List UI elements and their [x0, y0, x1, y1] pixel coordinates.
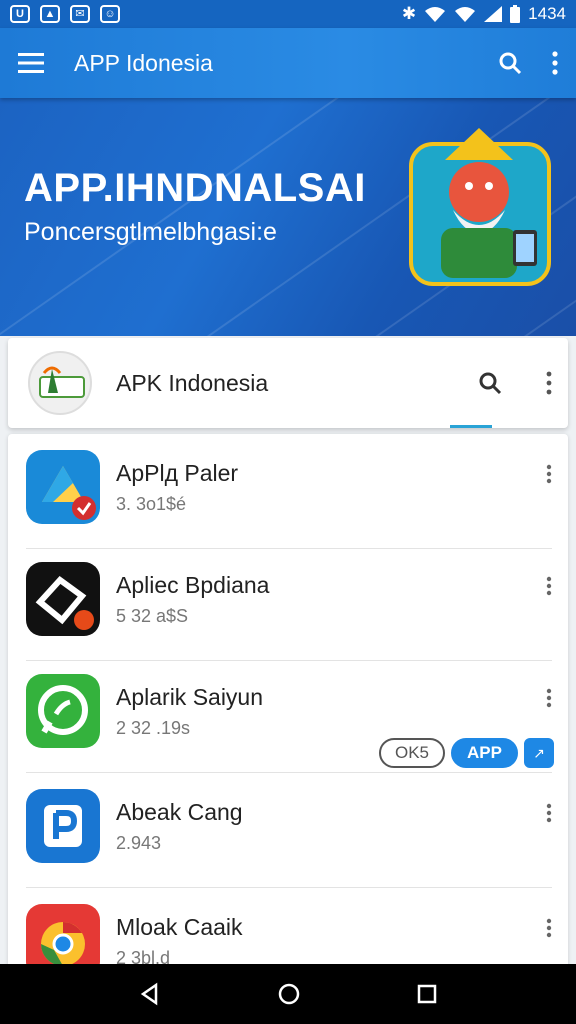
drive-icon	[26, 450, 100, 524]
signal-icon	[484, 6, 503, 22]
app-name: ApPlд Paler	[116, 460, 239, 486]
more-vert-icon[interactable]	[546, 371, 552, 395]
app-meta: 5 32 a$S	[116, 606, 189, 626]
more-vert-icon[interactable]	[546, 918, 552, 938]
open-external-icon[interactable]: ↗	[524, 738, 554, 768]
list-item[interactable]: Apliec Bpdiana 5 32 a$S	[8, 546, 568, 661]
app-chip[interactable]: APP	[451, 738, 518, 768]
message-icon: ✉	[70, 5, 90, 23]
brand-name: APK Indonesia	[116, 369, 269, 396]
ok-chip[interactable]: OK5	[379, 738, 446, 768]
wifi-icon	[425, 7, 446, 22]
battery-icon	[510, 5, 521, 23]
more-vert-icon[interactable]	[546, 464, 552, 484]
notification-icon: U	[10, 5, 30, 23]
brand-card: APK Indonesia	[8, 338, 568, 428]
more-vert-icon[interactable]	[546, 688, 552, 708]
app-name: Apliec Bpdiana	[116, 572, 270, 598]
phone-chat-icon	[26, 674, 100, 748]
search-icon[interactable]	[498, 51, 522, 75]
app-meta: 3. 3o1$é	[116, 494, 187, 514]
list-item[interactable]: Aplarik Saiyun 2 32 .19s OK5 APP ↗	[8, 658, 568, 773]
recents-icon[interactable]	[416, 983, 438, 1005]
status-bar: U ▲ ✉ ☺ ✱ 1434	[0, 0, 576, 28]
list-item[interactable]: ApPlд Paler 3. 3o1$é	[8, 434, 568, 549]
active-tab-indicator	[450, 425, 492, 428]
navigation-bar	[0, 964, 576, 1024]
search-icon[interactable]	[478, 371, 502, 395]
clock: 1434	[528, 4, 566, 23]
list-item[interactable]: Abeak Cang 2.943	[8, 773, 568, 888]
back-icon[interactable]	[138, 982, 162, 1006]
app-bar: APP Idonesia	[0, 28, 576, 98]
banner-subtitle: Poncersgtlmelbhgasi:e	[24, 218, 277, 246]
diamond-icon	[26, 562, 100, 636]
p-icon	[26, 789, 100, 863]
home-icon[interactable]	[277, 982, 301, 1006]
app-list: ApPlд Paler 3. 3o1$é Apliec Bpdiana 5 32…	[8, 434, 568, 974]
menu-icon[interactable]	[18, 53, 44, 73]
app-name: Mloak Caaik	[116, 914, 243, 940]
app-meta: 2.943	[116, 833, 162, 853]
gallery-icon: ▲	[40, 5, 60, 23]
brand-logo	[28, 351, 92, 415]
app-meta: 2 32 .19s	[116, 718, 191, 738]
mascot-icon	[409, 128, 551, 286]
app-bar-title: APP Idonesia	[74, 49, 213, 76]
more-vert-icon[interactable]	[552, 51, 558, 75]
bluetooth-icon: ✱	[401, 4, 417, 23]
promo-banner[interactable]: APP.IHNDNALSAI Poncersgtlmelbhgasi:e	[0, 98, 576, 336]
app-name: Aplarik Saiyun	[116, 684, 264, 710]
chat-icon: ☺	[100, 5, 120, 23]
app-name: Abeak Cang	[116, 799, 243, 825]
wifi-alt-icon	[455, 7, 476, 22]
list-item[interactable]: Mloak Caaik 2 3bl.d	[8, 888, 568, 974]
banner-headline: APP.IHNDNALSAI	[24, 166, 366, 210]
more-vert-icon[interactable]	[546, 803, 552, 823]
more-vert-icon[interactable]	[546, 576, 552, 596]
